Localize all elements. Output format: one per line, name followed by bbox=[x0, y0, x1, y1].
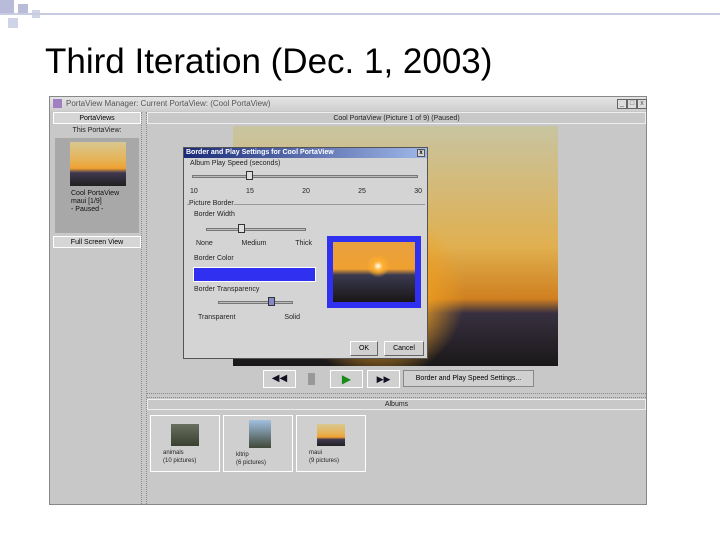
width-label-medium: Medium bbox=[241, 240, 267, 247]
album-name: maui bbox=[309, 450, 323, 456]
window-title: PortaView Manager: Current PortaView: (C… bbox=[66, 99, 271, 108]
app-window: PortaView Manager: Current PortaView: (C… bbox=[49, 96, 647, 505]
slide-title: Third Iteration (Dec. 1, 2003) bbox=[45, 42, 493, 81]
transparency-slider[interactable] bbox=[218, 301, 293, 304]
title-bar: PortaView Manager: Current PortaView: (C… bbox=[50, 97, 647, 111]
close-button[interactable]: x bbox=[637, 99, 647, 109]
tick-label: 25 bbox=[358, 188, 366, 195]
current-portaview-card[interactable]: Cool PortaView maui [1/9] - Paused - bbox=[55, 138, 139, 233]
width-label-thick: Thick bbox=[295, 240, 312, 247]
border-width-slider[interactable] bbox=[206, 228, 306, 231]
fullscreen-view-button[interactable]: Full Screen View bbox=[53, 236, 141, 248]
picture-border-label: Picture Border bbox=[189, 200, 234, 207]
portaview-album: maui [1/9] bbox=[71, 198, 102, 205]
decor-square bbox=[8, 18, 18, 28]
border-play-settings-button[interactable]: Border and Play Speed Settings... bbox=[403, 370, 534, 387]
portaview-name: Cool PortaView bbox=[71, 190, 120, 197]
albums-panel: Albums animals (10 pictures) kltrip (6 pic… bbox=[147, 399, 646, 503]
speed-label: Album Play Speed (seconds) bbox=[190, 160, 281, 167]
transparency-slider-thumb[interactable] bbox=[267, 297, 275, 306]
album-count: (10 pictures) bbox=[163, 458, 197, 464]
album-item[interactable]: kltrip (6 pictures) bbox=[223, 415, 293, 472]
album-name: kltrip bbox=[236, 452, 249, 458]
border-transparency-label: Border Transparency bbox=[194, 286, 260, 293]
width-label-none: None bbox=[196, 240, 213, 247]
ok-button[interactable]: OK bbox=[350, 341, 378, 356]
picture-header: Cool PortaView (Picture 1 of 9) (Paused) bbox=[147, 112, 646, 124]
tick-label: 10 bbox=[190, 188, 198, 195]
speed-ticks: 10 15 20 25 30 bbox=[190, 188, 422, 195]
portaview-thumbnail bbox=[70, 142, 126, 186]
album-thumbnail bbox=[171, 424, 199, 446]
album-item[interactable]: animals (10 pictures) bbox=[150, 415, 220, 472]
album-name: animals bbox=[163, 450, 184, 456]
portaviews-tab[interactable]: PortaViews bbox=[53, 112, 141, 124]
preview-photo bbox=[333, 242, 415, 302]
minimize-button[interactable]: _ bbox=[617, 99, 627, 109]
pause-icon[interactable] bbox=[308, 373, 315, 385]
this-portaview-label: This PortaView: bbox=[72, 127, 122, 134]
previous-button[interactable]: ◀◀ bbox=[263, 370, 296, 388]
album-thumbnail bbox=[317, 424, 345, 446]
tick-label: 20 bbox=[302, 188, 310, 195]
albums-header: Albums bbox=[147, 399, 646, 410]
settings-dialog: Border and Play Settings for Cool PortaV… bbox=[183, 147, 428, 359]
border-width-label: Border Width bbox=[194, 211, 235, 218]
cancel-button[interactable]: Cancel bbox=[384, 341, 424, 356]
dialog-title: Border and Play Settings for Cool PortaV… bbox=[186, 149, 334, 156]
border-color-label: Border Color bbox=[194, 255, 234, 262]
left-panel: PortaViews This PortaView: Cool PortaVie… bbox=[53, 112, 141, 502]
border-width-slider-thumb[interactable] bbox=[238, 224, 245, 233]
decor-line bbox=[0, 13, 720, 15]
album-count: (6 pictures) bbox=[236, 460, 267, 466]
album-count: (9 pictures) bbox=[309, 458, 340, 464]
border-preview bbox=[327, 236, 421, 308]
decor-square bbox=[0, 0, 14, 14]
tick-label: 30 bbox=[414, 188, 422, 195]
album-thumbnail bbox=[249, 420, 271, 448]
tick-label: 15 bbox=[246, 188, 254, 195]
speed-slider-thumb[interactable] bbox=[245, 171, 253, 180]
dialog-title-bar: Border and Play Settings for Cool PortaV… bbox=[184, 148, 427, 158]
trans-label-solid: Solid bbox=[284, 314, 300, 321]
portaview-status: - Paused - bbox=[71, 206, 104, 213]
album-item[interactable]: maui (9 pictures) bbox=[296, 415, 366, 472]
trans-label-transparent: Transparent bbox=[198, 314, 236, 321]
speed-slider[interactable] bbox=[192, 175, 418, 178]
next-button[interactable]: ▶▶ bbox=[367, 370, 400, 388]
maximize-button[interactable]: □ bbox=[627, 99, 637, 109]
app-icon bbox=[53, 99, 62, 108]
play-button[interactable]: ▶ bbox=[330, 370, 363, 388]
dialog-close-button[interactable]: x bbox=[417, 149, 425, 157]
border-color-swatch[interactable] bbox=[193, 267, 316, 282]
horizontal-splitter[interactable] bbox=[147, 393, 646, 398]
